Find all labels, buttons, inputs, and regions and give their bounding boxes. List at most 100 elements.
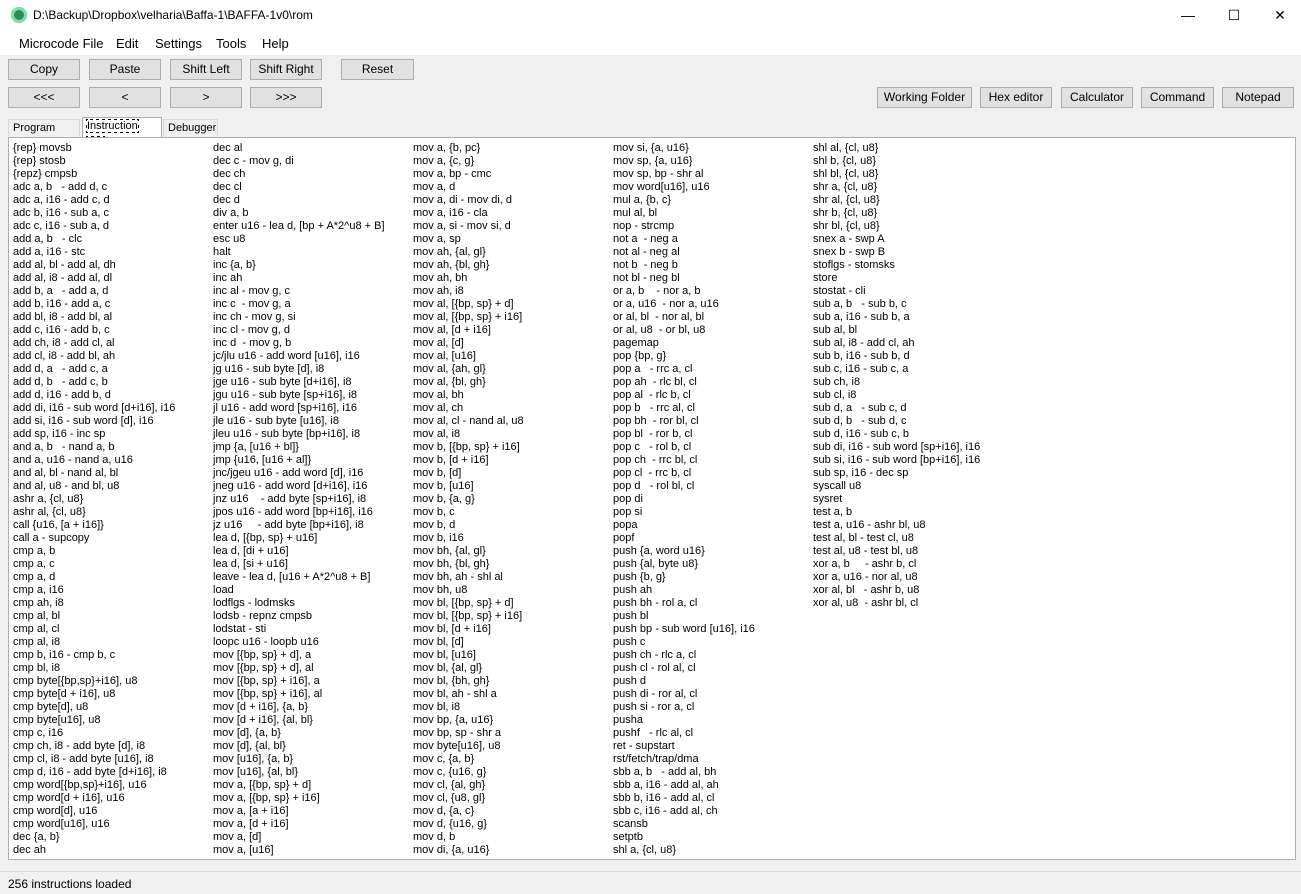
instruction-item[interactable]: ret - supstart xyxy=(613,740,755,753)
instruction-item[interactable]: shl b, {cl, u8} xyxy=(813,155,980,168)
instruction-item[interactable]: adc a, i16 - add c, d xyxy=(13,194,175,207)
instruction-item[interactable]: pop si xyxy=(613,506,755,519)
instruction-item[interactable]: inc ch - mov g, si xyxy=(213,311,385,324)
instruction-item[interactable]: push bp - sub word [u16], i16 xyxy=(613,623,755,636)
tab-debugger[interactable]: Debugger xyxy=(163,119,218,136)
instruction-item[interactable]: inc {a, b} xyxy=(213,259,385,272)
instruction-item[interactable]: cmp a, c xyxy=(13,558,175,571)
instruction-item[interactable]: jleu u16 - sub byte [bp+i16], i8 xyxy=(213,428,385,441)
instruction-item[interactable]: mov ah, {al, gl} xyxy=(413,246,524,259)
instruction-item[interactable]: mov [{bp, sp} + d], a xyxy=(213,649,385,662)
instruction-item[interactable]: mov bh, {al, gl} xyxy=(413,545,524,558)
instruction-item[interactable]: lea d, [di + u16] xyxy=(213,545,385,558)
menu-edit[interactable]: Edit xyxy=(116,36,138,51)
instruction-item[interactable]: mov al, {bl, gh} xyxy=(413,376,524,389)
instruction-item[interactable]: stostat - cli xyxy=(813,285,980,298)
instruction-item[interactable]: pop bl - ror b, cl xyxy=(613,428,755,441)
instruction-item[interactable]: mov [d + i16], {al, bl} xyxy=(213,714,385,727)
instruction-item[interactable]: push di - ror al, cl xyxy=(613,688,755,701)
tab-program-data[interactable]: Program data xyxy=(8,119,80,151)
instruction-item[interactable]: sub sp, i16 - dec sp xyxy=(813,467,980,480)
instruction-item[interactable]: push {a, word u16} xyxy=(613,545,755,558)
instruction-item[interactable]: mov b, [d] xyxy=(413,467,524,480)
instruction-item[interactable]: pop b - rrc al, cl xyxy=(613,402,755,415)
instruction-item[interactable]: dec d xyxy=(213,194,385,207)
instruction-item[interactable]: mov al, [{bp, sp} + i16] xyxy=(413,311,524,324)
instruction-item[interactable]: shl al, {cl, u8} xyxy=(813,142,980,155)
instruction-item[interactable]: sub d, i16 - sub c, b xyxy=(813,428,980,441)
reset-button[interactable]: Reset xyxy=(341,59,414,80)
instruction-item[interactable]: and a, b - nand a, b xyxy=(13,441,175,454)
menu-tools[interactable]: Tools xyxy=(216,36,246,51)
instruction-item[interactable]: add al, i8 - add al, dl xyxy=(13,272,175,285)
instruction-item[interactable]: pop c - rol b, cl xyxy=(613,441,755,454)
instruction-item[interactable]: mov [{bp, sp} + i16], a xyxy=(213,675,385,688)
instruction-item[interactable]: mov bl, i8 xyxy=(413,701,524,714)
instruction-item[interactable]: pop a - rrc a, cl xyxy=(613,363,755,376)
instruction-item[interactable]: jnz u16 - add byte [sp+i16], i8 xyxy=(213,493,385,506)
instruction-item[interactable]: add di, i16 - sub word [d+i16], i16 xyxy=(13,402,175,415)
instruction-item[interactable]: pop ah - rlc bl, cl xyxy=(613,376,755,389)
instruction-item[interactable]: store xyxy=(813,272,980,285)
instruction-item[interactable]: {rep} stosb xyxy=(13,155,175,168)
instruction-item[interactable]: mov ah, bh xyxy=(413,272,524,285)
instruction-item[interactable]: sub ch, i8 xyxy=(813,376,980,389)
instruction-item[interactable]: ashr al, {cl, u8} xyxy=(13,506,175,519)
instruction-item[interactable]: or a, b - nor a, b xyxy=(613,285,755,298)
instruction-item[interactable]: mov ah, {bl, gh} xyxy=(413,259,524,272)
instruction-item[interactable]: cmp al, i8 xyxy=(13,636,175,649)
instruction-item[interactable]: push ah xyxy=(613,584,755,597)
instruction-item[interactable]: sbb c, i16 - add al, ch xyxy=(613,805,755,818)
instruction-item[interactable]: shr b, {cl, u8} xyxy=(813,207,980,220)
instruction-item[interactable]: push bh - rol a, cl xyxy=(613,597,755,610)
instruction-item[interactable]: jpos u16 - add word [bp+i16], i16 xyxy=(213,506,385,519)
maximize-button[interactable]: ☐ xyxy=(1211,0,1257,31)
instruction-item[interactable]: dec cl xyxy=(213,181,385,194)
minimize-button[interactable]: — xyxy=(1165,0,1211,31)
instruction-item[interactable]: or a, u16 - nor a, u16 xyxy=(613,298,755,311)
instruction-item[interactable]: add b, i16 - add a, c xyxy=(13,298,175,311)
instruction-item[interactable]: lea d, [{bp, sp} + u16] xyxy=(213,532,385,545)
instruction-item[interactable]: mov d, {a, c} xyxy=(413,805,524,818)
instruction-item[interactable]: pushf - rlc al, cl xyxy=(613,727,755,740)
instruction-item[interactable]: mul al, bl xyxy=(613,207,755,220)
instruction-item[interactable]: mov b, [d + i16] xyxy=(413,454,524,467)
instruction-item[interactable]: lodflgs - lodmsks xyxy=(213,597,385,610)
instruction-item[interactable]: cmp a, d xyxy=(13,571,175,584)
instruction-item[interactable]: {repz} cmpsb xyxy=(13,168,175,181)
instruction-item[interactable]: pop di xyxy=(613,493,755,506)
instruction-item[interactable]: pop ch - rrc bl, cl xyxy=(613,454,755,467)
instruction-item[interactable]: mov a, di - mov di, d xyxy=(413,194,524,207)
instruction-item[interactable]: nop - strcmp xyxy=(613,220,755,233)
instruction-item[interactable]: and a, u16 - nand a, u16 xyxy=(13,454,175,467)
instruction-item[interactable]: mov al, ch xyxy=(413,402,524,415)
instruction-item[interactable]: not a - neg a xyxy=(613,233,755,246)
instruction-item[interactable]: jmp {a, [u16 + bl]} xyxy=(213,441,385,454)
instruction-item[interactable]: pusha xyxy=(613,714,755,727)
instruction-item[interactable]: cmp d, i16 - add byte [d+i16], i8 xyxy=(13,766,175,779)
instruction-item[interactable]: scansb xyxy=(613,818,755,831)
instruction-item[interactable]: shl a, {cl, u8} xyxy=(613,844,755,857)
instruction-item[interactable]: call {u16, [a + i16]} xyxy=(13,519,175,532)
instruction-item[interactable]: mov d, b xyxy=(413,831,524,844)
instruction-item[interactable]: and al, bl - nand al, bl xyxy=(13,467,175,480)
instruction-item[interactable]: test al, u8 - test bl, u8 xyxy=(813,545,980,558)
instruction-item[interactable]: leave - lea d, [u16 + A*2^u8 + B] xyxy=(213,571,385,584)
instruction-item[interactable]: cmp ah, i8 xyxy=(13,597,175,610)
instruction-item[interactable]: rst/fetch/trap/dma xyxy=(613,753,755,766)
instruction-item[interactable]: push {al, byte u8} xyxy=(613,558,755,571)
instruction-item[interactable]: xor a, u16 - nor al, u8 xyxy=(813,571,980,584)
instruction-item[interactable]: halt xyxy=(213,246,385,259)
instruction-item[interactable]: popa xyxy=(613,519,755,532)
instruction-item[interactable]: mov bh, {bl, gh} xyxy=(413,558,524,571)
instruction-item[interactable]: and al, u8 - and bl, u8 xyxy=(13,480,175,493)
instruction-item[interactable]: jle u16 - sub byte [u16], i8 xyxy=(213,415,385,428)
menu-help[interactable]: Help xyxy=(262,36,289,51)
instruction-item[interactable]: jge u16 - sub byte [d+i16], i8 xyxy=(213,376,385,389)
instruction-item[interactable]: add d, i16 - add b, d xyxy=(13,389,175,402)
instruction-item[interactable]: dec ah xyxy=(13,844,175,857)
instruction-item[interactable]: cmp byte[d], u8 xyxy=(13,701,175,714)
instruction-item[interactable]: cmp c, i16 xyxy=(13,727,175,740)
instruction-item[interactable]: mov b, d xyxy=(413,519,524,532)
instruction-item[interactable]: not bl - neg bl xyxy=(613,272,755,285)
